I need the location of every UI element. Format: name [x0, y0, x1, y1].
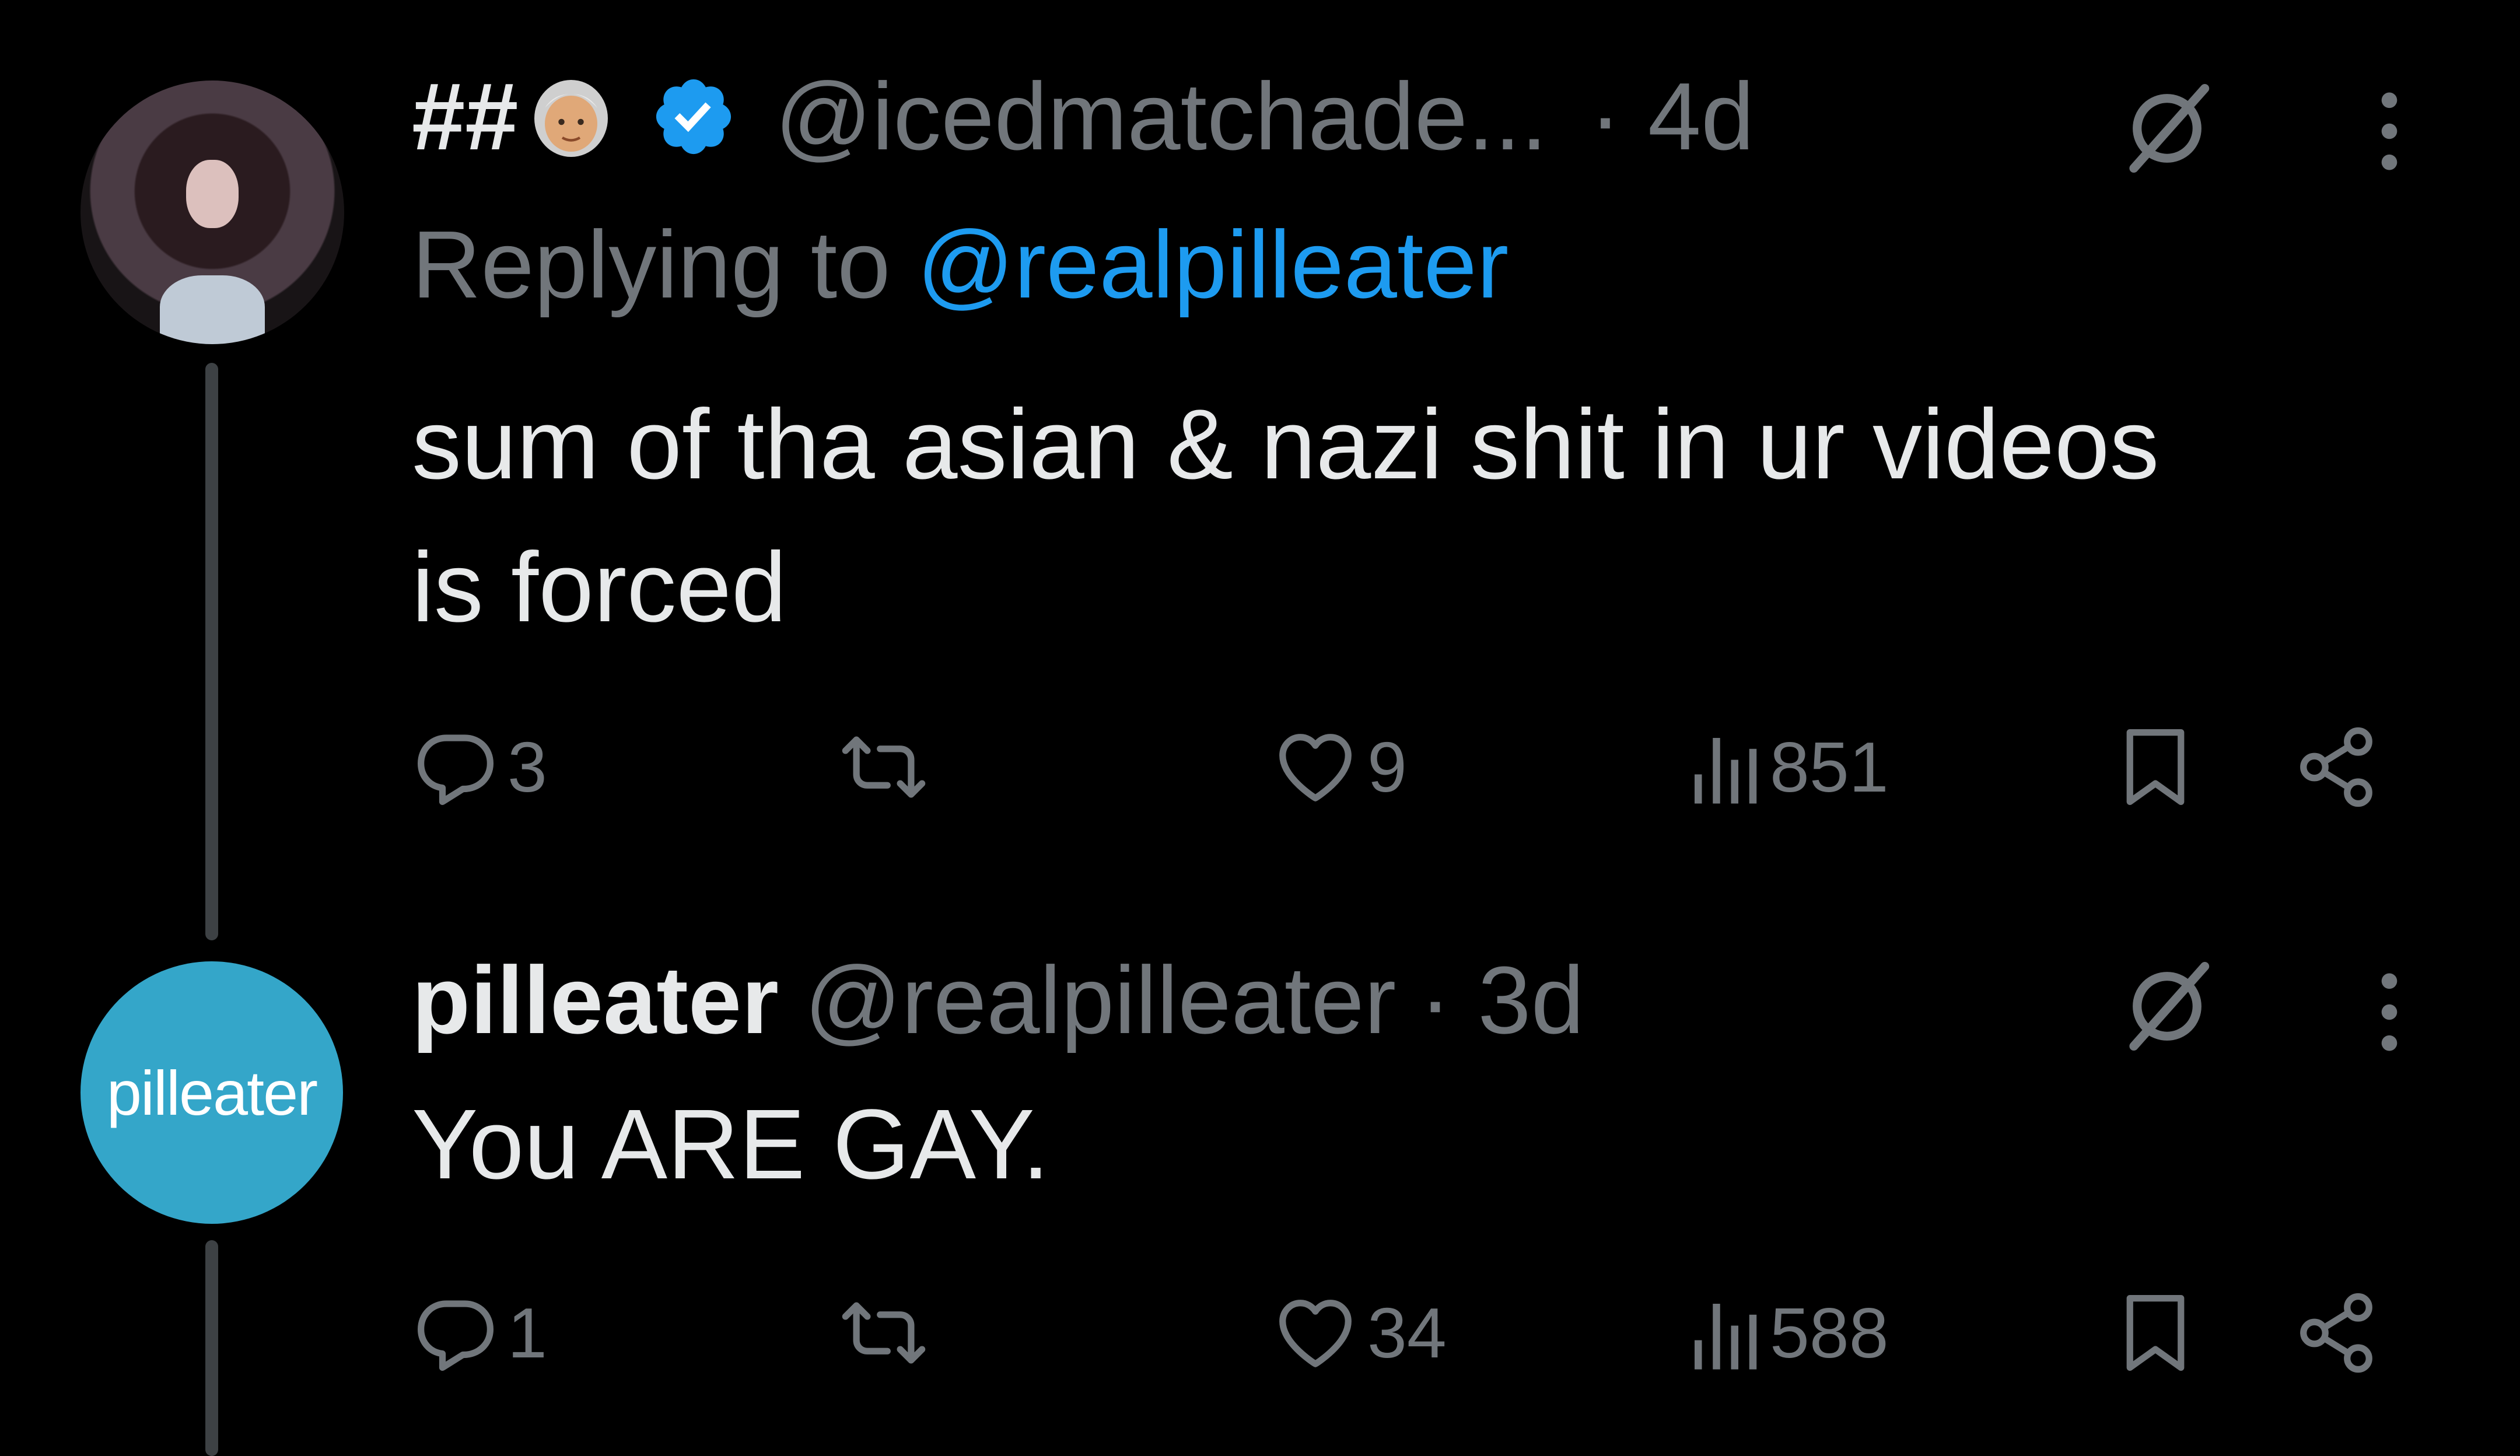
reply-button[interactable]: 3 — [412, 723, 547, 811]
older-woman-emoji-icon — [527, 73, 615, 160]
display-name[interactable]: ## — [412, 62, 518, 172]
like-button[interactable]: 9 — [1272, 723, 1407, 811]
views-button[interactable]: 588 — [1686, 1289, 1889, 1377]
repost-button[interactable] — [834, 1289, 933, 1377]
bookmark-icon — [2126, 729, 2185, 805]
tweet-text-line: is forced — [412, 532, 787, 643]
heart-icon — [1279, 1300, 1352, 1367]
bookmark-button[interactable] — [2112, 1289, 2199, 1377]
share-button[interactable] — [2292, 1289, 2380, 1377]
bookmark-icon — [2126, 1295, 2185, 1371]
handle[interactable]: @icedmatchade... — [775, 62, 1547, 172]
verified-badge-icon[interactable] — [650, 73, 737, 160]
avatar-shirt-shape — [159, 275, 265, 344]
avatar[interactable] — [80, 80, 344, 344]
replying-to: Replying to @realpilleater — [412, 210, 1508, 320]
tweet-text: You ARE GAY. — [412, 1073, 1049, 1216]
replying-to-mention[interactable]: @realpilleater — [917, 211, 1508, 318]
avatar-face-shape — [186, 159, 239, 229]
grok-icon[interactable] — [2112, 951, 2222, 1062]
views-icon — [1695, 1304, 1757, 1370]
replying-to-label: Replying to — [412, 211, 891, 318]
view-count: 588 — [1770, 1293, 1889, 1373]
reply-icon — [418, 734, 494, 805]
bookmark-button[interactable] — [2112, 723, 2199, 811]
heart-icon — [1279, 734, 1352, 802]
like-count: 9 — [1367, 727, 1407, 807]
like-button[interactable]: 34 — [1272, 1289, 1447, 1377]
thread-line-bottom — [205, 1240, 218, 1456]
share-icon — [2300, 727, 2372, 807]
repost-button[interactable] — [834, 723, 933, 811]
timestamp[interactable]: · 4d — [1590, 62, 1755, 172]
reply-count: 1 — [508, 1293, 547, 1373]
share-icon — [2300, 1293, 2372, 1373]
more-options-icon[interactable] — [2372, 957, 2407, 1068]
share-button[interactable] — [2292, 723, 2380, 811]
like-count: 34 — [1367, 1293, 1447, 1373]
tweet-text-line: You ARE GAY. — [412, 1089, 1050, 1200]
view-count: 851 — [1770, 727, 1889, 807]
reply-icon — [418, 1300, 494, 1371]
views-icon — [1695, 738, 1757, 804]
avatar-label: pilleater — [106, 1057, 318, 1128]
views-button[interactable]: 851 — [1686, 723, 1889, 811]
tweet-text-line: sum of tha asian & nazi shit in ur video… — [412, 389, 2160, 500]
handle[interactable]: @realpilleater — [804, 946, 1396, 1055]
more-options-icon[interactable] — [2372, 76, 2407, 187]
tweet-header: ## @icedmatchade... · 4d — [412, 61, 1754, 172]
thread-line-top — [205, 363, 218, 940]
grok-icon[interactable] — [2112, 73, 2222, 184]
tweet-text: sum of tha asian & nazi shit in ur video… — [412, 373, 2159, 659]
timestamp[interactable]: · 3d — [1419, 946, 1584, 1055]
tweet-header: pilleater @realpilleater · 3d — [412, 945, 1584, 1056]
reply-count: 3 — [508, 727, 547, 807]
reply-button[interactable]: 1 — [412, 1289, 547, 1377]
repost-icon — [842, 736, 926, 798]
repost-icon — [842, 1302, 926, 1364]
display-name[interactable]: pilleater — [412, 946, 779, 1055]
avatar[interactable]: pilleater — [80, 961, 343, 1224]
